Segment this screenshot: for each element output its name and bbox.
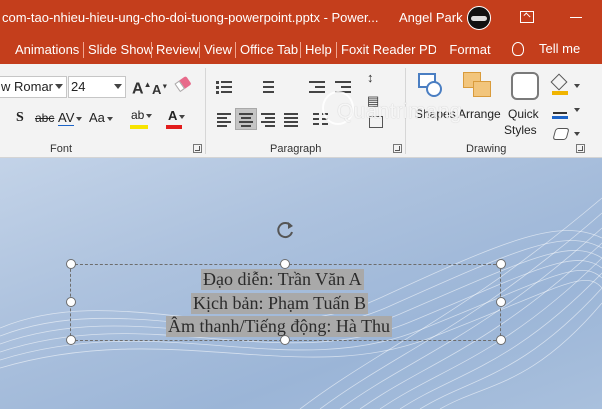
slide-text-line[interactable]: Kịch bản: Phạm Tuấn B (191, 293, 369, 314)
shape-fill-color-bar (552, 91, 568, 95)
font-color-label: A (168, 108, 178, 123)
text-direction-icon[interactable]: ↕ (367, 70, 374, 85)
slide-text-line[interactable]: Đạo diễn: Trần Văn A (201, 269, 364, 290)
tab-help[interactable]: Help (300, 41, 337, 59)
avatar[interactable] (467, 6, 491, 30)
chevron-down-icon[interactable] (114, 84, 122, 89)
chevron-down-icon[interactable] (574, 132, 580, 136)
document-title: com-tao-nhieu-hieu-ung-cho-doi-tuong-pow… (2, 10, 379, 25)
shape-outline-color-bar (552, 116, 568, 119)
numbering-icon[interactable] (258, 81, 274, 94)
justify-icon[interactable] (284, 113, 300, 127)
bullets-icon[interactable] (216, 81, 232, 94)
shape-fill-icon[interactable] (550, 73, 568, 91)
tell-me-search[interactable]: Tell me (539, 41, 580, 56)
align-center-button[interactable] (235, 108, 257, 130)
resize-handle-top[interactable] (280, 259, 290, 269)
highlight-label: ab (131, 108, 145, 122)
align-center-icon (239, 113, 255, 127)
change-case-button[interactable]: Aa (89, 110, 113, 125)
chevron-down-icon[interactable] (55, 84, 63, 89)
rotate-handle-icon[interactable] (276, 220, 296, 240)
highlight-color-button[interactable]: ab (131, 108, 153, 122)
quick-styles-icon[interactable] (511, 72, 539, 100)
resize-handle-left[interactable] (66, 297, 76, 307)
character-spacing-button[interactable]: AV (58, 110, 83, 126)
shape-outline-icon[interactable] (553, 102, 567, 114)
paragraph-group-label: Paragraph (270, 143, 322, 155)
drawing-group-label: Drawing (466, 143, 507, 155)
group-divider (205, 68, 206, 154)
chevron-down-icon[interactable] (574, 84, 580, 88)
ribbon-tabs: Animations Slide Show Review View Office… (0, 36, 602, 64)
resize-handle-bottom[interactable] (280, 335, 290, 345)
change-case-label: Aa (89, 110, 105, 125)
quick-styles-button[interactable]: Quick (508, 107, 539, 121)
tab-foxit-reader-pdf[interactable]: Foxit Reader PDF (336, 41, 450, 59)
tab-office-tab[interactable]: Office Tab (235, 41, 303, 59)
resize-handle-right[interactable] (496, 297, 506, 307)
grow-font-label: A (132, 80, 144, 98)
minimize-icon[interactable] (562, 6, 588, 28)
resize-handle-top-right[interactable] (496, 259, 506, 269)
font-color-bar (166, 125, 182, 129)
font-dialog-launcher-icon[interactable] (193, 144, 202, 153)
tab-animations[interactable]: Animations (10, 41, 84, 59)
character-spacing-label: AV (58, 110, 75, 126)
font-name-value: w Romar (1, 79, 54, 94)
align-right-icon[interactable] (261, 113, 277, 127)
shape-effects-icon[interactable] (552, 128, 570, 140)
resize-handle-top-left[interactable] (66, 259, 76, 269)
strikethrough-button[interactable]: abc (35, 111, 54, 125)
resize-handle-bottom-left[interactable] (66, 335, 76, 345)
ribbon-display-options-icon[interactable] (514, 6, 540, 28)
highlight-color-bar (130, 125, 148, 129)
shrink-font-icon[interactable]: A▼ (152, 82, 168, 97)
tab-review[interactable]: Review (151, 41, 204, 59)
tab-slide-show[interactable]: Slide Show (83, 41, 158, 59)
ribbon: w Romar 24 A▲ A▼ S abc AV Aa ab A Font ↕… (0, 64, 602, 158)
slide-text-line[interactable]: Âm thanh/Tiếng động: Hà Thu (166, 316, 393, 337)
shapes-icon[interactable] (417, 71, 445, 99)
paragraph-dialog-launcher-icon[interactable] (393, 144, 402, 153)
resize-handle-bottom-right[interactable] (496, 335, 506, 345)
grow-font-icon[interactable]: A▲ (132, 80, 151, 98)
arrange-icon[interactable] (463, 72, 491, 98)
decrease-indent-icon[interactable] (309, 81, 325, 94)
font-size-combo[interactable]: 24 (68, 76, 126, 98)
quick-styles-button-line2[interactable]: Styles (504, 123, 537, 137)
font-group-label: Font (50, 143, 73, 155)
shrink-font-label: A (152, 82, 162, 97)
font-color-button[interactable]: A (168, 108, 186, 123)
tab-view[interactable]: View (199, 41, 237, 59)
lightbulb-icon[interactable] (512, 42, 524, 56)
font-size-value: 24 (71, 79, 86, 94)
arrange-button[interactable]: Arrange (458, 107, 501, 121)
drawing-dialog-launcher-icon[interactable] (576, 144, 585, 153)
align-left-icon[interactable] (217, 113, 233, 127)
tab-format[interactable]: Format (436, 36, 504, 64)
chevron-down-icon[interactable] (574, 108, 580, 112)
text-shadow-button[interactable]: S (16, 110, 24, 126)
clear-formatting-icon[interactable] (174, 75, 192, 93)
watermark: Quantrimang (337, 100, 462, 123)
user-name[interactable]: Angel Park (399, 10, 463, 25)
font-name-combo[interactable]: w Romar (0, 76, 67, 98)
title-bar: com-tao-nhieu-hieu-ung-cho-doi-tuong-pow… (0, 0, 602, 36)
